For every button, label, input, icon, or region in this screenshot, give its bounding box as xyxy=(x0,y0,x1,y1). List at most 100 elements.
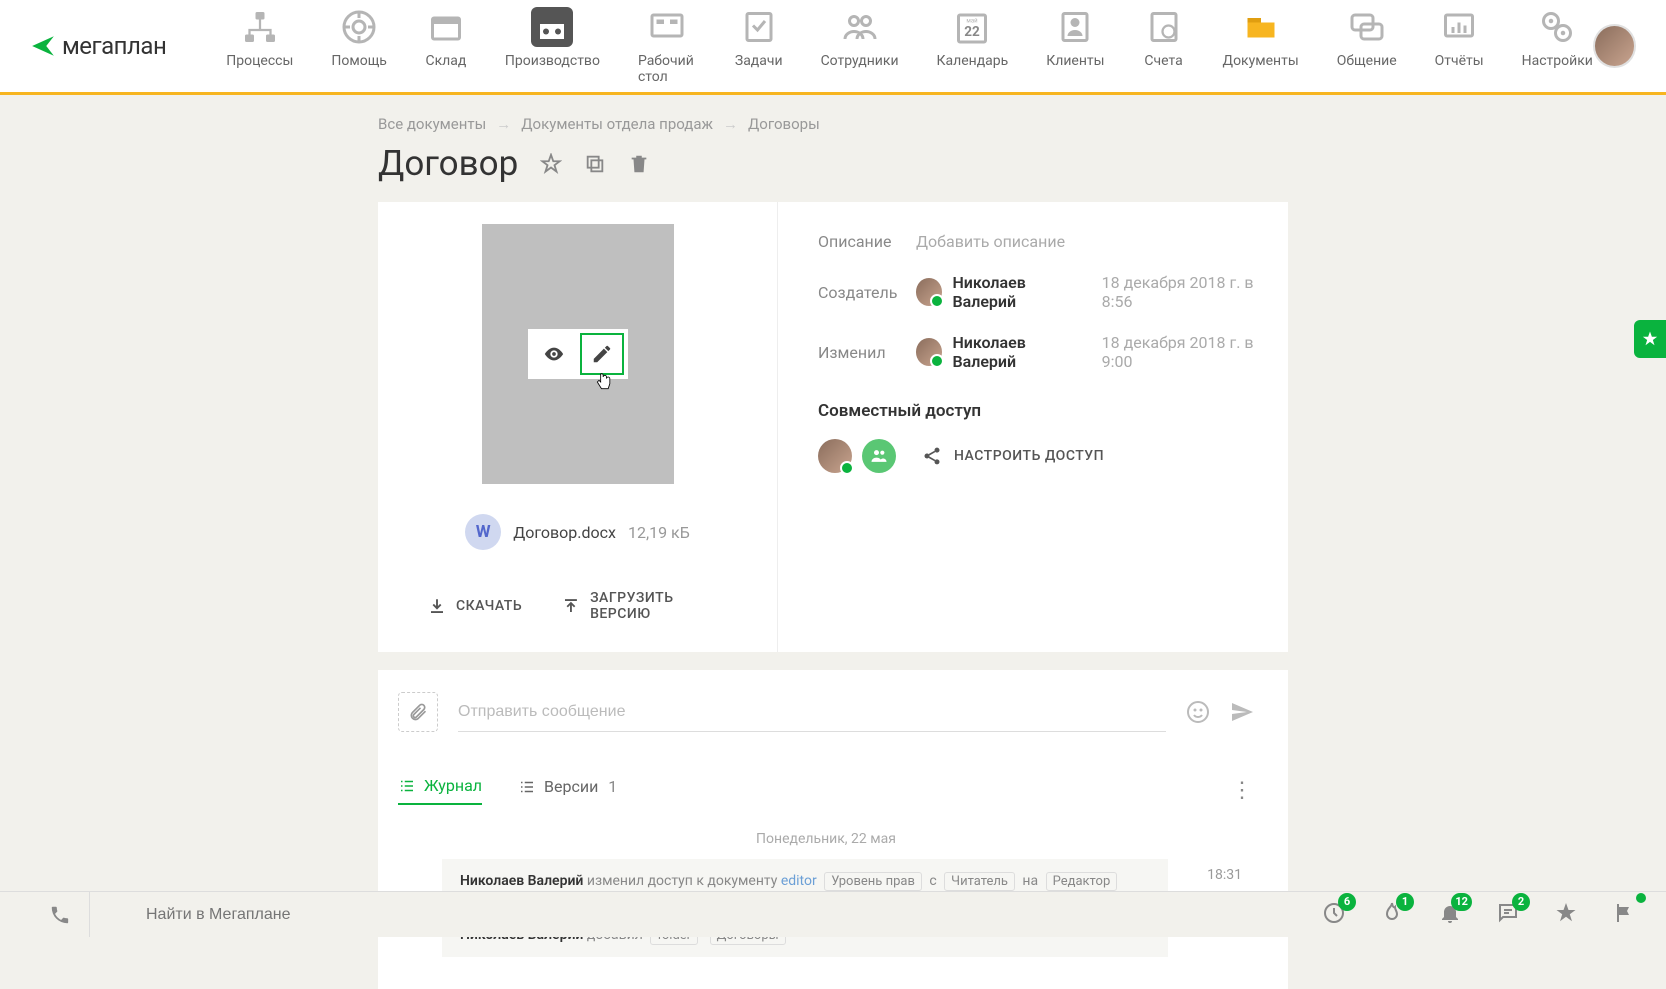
nav-label: Рабочий стол xyxy=(638,53,697,85)
svg-text:22: 22 xyxy=(965,24,981,40)
file-type-badge: W xyxy=(465,514,501,550)
nav-label: Настройки xyxy=(1522,53,1593,69)
upload-icon xyxy=(562,597,580,615)
help-icon xyxy=(341,9,377,45)
nav-label: Сотрудники xyxy=(821,53,899,69)
clock-badge: 6 xyxy=(1338,893,1356,911)
star-icon[interactable] xyxy=(540,153,562,175)
calendar-icon: май22 xyxy=(954,9,990,45)
nav-processes[interactable]: Процессы xyxy=(226,7,293,85)
tab-versions[interactable]: Версии 1 xyxy=(518,777,617,804)
nav-label: Процессы xyxy=(226,53,293,69)
fire-badge: 1 xyxy=(1396,893,1414,911)
configure-access-button[interactable]: НАСТРОИТЬ ДОСТУП xyxy=(922,446,1104,466)
file-actions: СКАЧАТЬ ЗАГРУЗИТЬ ВЕРСИЮ xyxy=(428,590,737,622)
flag-button[interactable] xyxy=(1612,901,1636,929)
entry-action: изменил xyxy=(587,873,644,889)
user-avatar-small xyxy=(916,338,942,366)
message-input-row xyxy=(398,692,1254,740)
nav-production[interactable]: Производство xyxy=(505,7,600,85)
add-description-link[interactable]: Добавить описание xyxy=(916,232,1065,251)
breadcrumb-item[interactable]: Все документы xyxy=(378,115,486,133)
list-icon xyxy=(398,777,416,795)
entry-role-to: Редактор xyxy=(1046,872,1118,891)
nav-label: Счета xyxy=(1144,53,1182,69)
nav-clients[interactable]: Клиенты xyxy=(1046,7,1104,85)
editor-chip[interactable]: Николаев Валерий 18 декабря 2018 г. в 9:… xyxy=(916,333,1278,371)
breadcrumb-item[interactable]: Документы отдела продаж xyxy=(521,115,713,133)
entry-from: с xyxy=(929,873,936,889)
entry-role-from: Читатель xyxy=(944,872,1015,891)
file-name: Договор.docx xyxy=(513,523,616,542)
file-size: 12,19 кБ xyxy=(628,523,690,542)
nav-documents[interactable]: Документы xyxy=(1223,7,1299,85)
message-panel: Журнал Версии 1 ⋮ Понедельник, 22 мая Ни… xyxy=(378,670,1288,989)
nav-desktop[interactable]: Рабочий стол xyxy=(638,7,697,85)
creator-row: Создатель Николаев Валерий 18 декабря 20… xyxy=(818,273,1278,311)
share-title: Совместный доступ xyxy=(818,401,1278,421)
employees-icon xyxy=(842,9,878,45)
configure-access-label: НАСТРОИТЬ ДОСТУП xyxy=(954,448,1104,464)
breadcrumb: Все документы → Документы отдела продаж … xyxy=(378,115,1288,133)
nav-label: Помощь xyxy=(331,53,387,69)
entry-action: доступ к документу xyxy=(648,873,778,889)
phone-button[interactable] xyxy=(30,892,90,937)
download-button[interactable]: СКАЧАТЬ xyxy=(428,590,522,622)
creator-chip[interactable]: Николаев Валерий 18 декабря 2018 г. в 8:… xyxy=(916,273,1278,311)
nav-calendar[interactable]: май22 Календарь xyxy=(937,7,1009,85)
tasks-icon xyxy=(741,9,777,45)
nav-invoices[interactable]: Счета xyxy=(1143,7,1185,85)
preview-edit-button[interactable] xyxy=(580,333,624,375)
production-icon xyxy=(534,9,570,45)
delete-icon[interactable] xyxy=(628,153,650,175)
copy-icon[interactable] xyxy=(584,153,606,175)
share-group-avatar[interactable] xyxy=(862,439,896,473)
search-input[interactable] xyxy=(106,898,806,932)
entry-time: 18:31 xyxy=(1207,867,1242,883)
bell-button[interactable]: 12 xyxy=(1438,901,1462,929)
fire-button[interactable]: 1 xyxy=(1380,901,1404,929)
nav-tasks[interactable]: Задачи xyxy=(735,7,783,85)
nav-label: Документы xyxy=(1223,53,1299,69)
nav-help[interactable]: Помощь xyxy=(331,7,387,85)
nav-reports[interactable]: Отчёты xyxy=(1435,7,1484,85)
clock-button[interactable]: 6 xyxy=(1322,901,1346,929)
document-preview-panel: W Договор.docx 12,19 кБ СКАЧАТЬ ЗАГРУЗИТ… xyxy=(378,202,778,652)
emoji-icon[interactable] xyxy=(1186,700,1210,724)
upload-version-button[interactable]: ЗАГРУЗИТЬ ВЕРСИЮ xyxy=(562,590,737,622)
nav-chat[interactable]: Общение xyxy=(1337,7,1397,85)
bottom-bar: 6 1 12 2 xyxy=(0,891,1666,937)
nav-label: Отчёты xyxy=(1435,53,1484,69)
entry-link[interactable]: editor xyxy=(781,873,817,889)
journal-date: Понедельник, 22 мая xyxy=(398,831,1254,847)
nav-employees[interactable]: Сотрудники xyxy=(821,7,899,85)
user-avatar[interactable] xyxy=(1593,24,1636,68)
documents-icon xyxy=(1243,9,1279,45)
side-favorites-tab[interactable] xyxy=(1634,320,1666,358)
creator-label: Создатель xyxy=(818,283,898,302)
tab-journal[interactable]: Журнал xyxy=(398,776,482,805)
breadcrumb-item[interactable]: Договоры xyxy=(748,115,820,133)
star-button[interactable] xyxy=(1554,901,1578,929)
entry-to: на xyxy=(1022,873,1038,889)
clients-icon xyxy=(1057,9,1093,45)
message-input[interactable] xyxy=(458,693,1166,732)
preview-view-button[interactable] xyxy=(532,333,576,375)
attach-button[interactable] xyxy=(398,692,438,732)
send-icon[interactable] xyxy=(1230,700,1254,724)
nav-label: Календарь xyxy=(937,53,1009,69)
bell-badge: 12 xyxy=(1451,893,1472,911)
chat-button[interactable]: 2 xyxy=(1496,901,1520,929)
nav-warehouse[interactable]: Склад xyxy=(425,7,467,85)
phone-icon xyxy=(49,904,71,926)
editor-date: 18 декабря 2018 г. в 9:00 xyxy=(1102,333,1278,371)
list-numbered-icon xyxy=(518,778,536,796)
logo[interactable]: мегаплан xyxy=(30,32,166,60)
share-row: НАСТРОИТЬ ДОСТУП xyxy=(818,439,1278,473)
share-user-avatar[interactable] xyxy=(818,439,852,473)
flag-icon xyxy=(1612,901,1636,925)
nav-settings[interactable]: Настройки xyxy=(1522,7,1593,85)
breadcrumb-arrow: → xyxy=(723,115,738,133)
description-row: Описание Добавить описание xyxy=(818,232,1278,251)
tabs-more-button[interactable]: ⋮ xyxy=(1231,778,1254,803)
